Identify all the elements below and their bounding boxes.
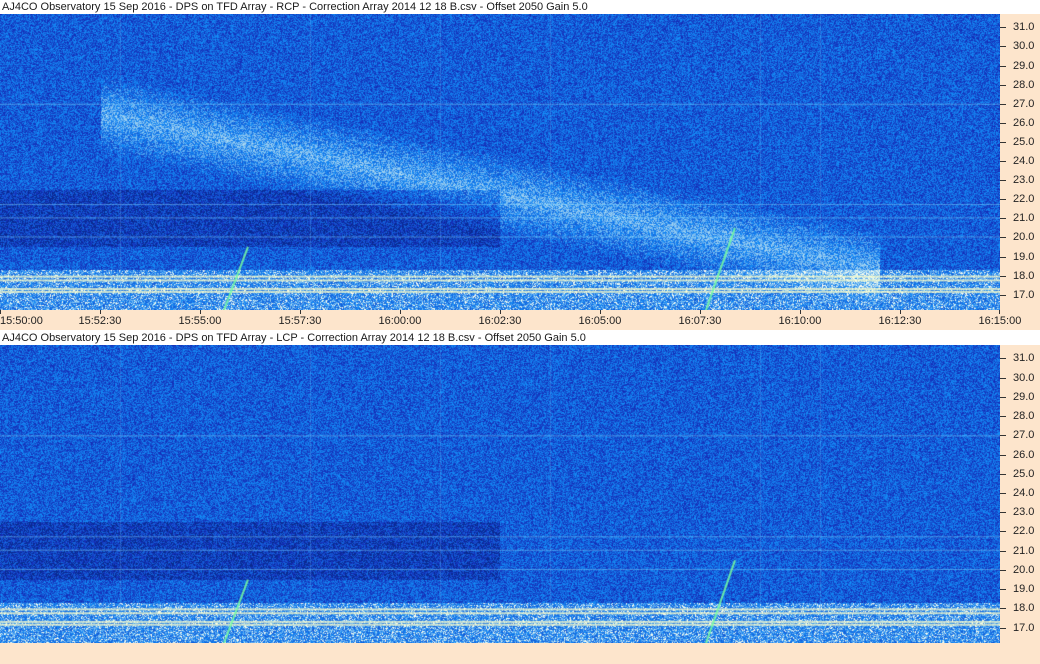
frequency-tick [1000, 103, 1006, 105]
time-tick-label: 16:15:00 [978, 315, 1022, 327]
frequency-tick-label: 23.0 [1013, 506, 1035, 519]
frequency-tick-label: 27.0 [1013, 429, 1035, 442]
lcp-spectrogram[interactable] [0, 345, 1000, 643]
frequency-tick [1000, 358, 1006, 360]
time-tick-label: 16:00:00 [378, 315, 422, 327]
time-tick-label: 15:55:00 [178, 315, 222, 327]
frequency-tick [1000, 531, 1006, 533]
frequency-tick-label: 18.0 [1013, 269, 1035, 282]
time-tick [700, 310, 701, 314]
frequency-tick-label: 29.0 [1013, 59, 1035, 72]
time-tick [0, 310, 1, 314]
time-tick-label: 16:10:00 [778, 315, 822, 327]
frequency-tick-label: 30.0 [1013, 371, 1035, 384]
frequency-tick-label: 26.0 [1013, 116, 1035, 129]
frequency-tick [1000, 141, 1006, 143]
time-tick [900, 310, 901, 314]
frequency-tick-label: 28.0 [1013, 78, 1035, 91]
lcp-time-axis-strip [0, 643, 1040, 664]
frequency-tick-label: 21.0 [1013, 212, 1035, 225]
frequency-tick [1000, 237, 1006, 239]
frequency-tick-label: 29.0 [1013, 390, 1035, 403]
frequency-tick-label: 18.0 [1013, 602, 1035, 615]
time-tick-label: 16:07:30 [678, 315, 722, 327]
frequency-tick [1000, 550, 1006, 552]
frequency-tick-label: 22.0 [1013, 525, 1035, 538]
time-axis: 15:50:00 15:52:30 15:55:00 15:57:30 16:00:00… [0, 310, 1040, 330]
time-tick [800, 310, 801, 314]
frequency-tick-label: 19.0 [1013, 583, 1035, 596]
frequency-tick-label: 22.0 [1013, 193, 1035, 206]
time-tick-label: 15:57:30 [278, 315, 322, 327]
frequency-tick-label: 23.0 [1013, 174, 1035, 187]
frequency-tick [1000, 416, 1006, 418]
frequency-tick [1000, 493, 1006, 495]
frequency-tick [1000, 275, 1006, 277]
frequency-tick-label: 25.0 [1013, 467, 1035, 480]
frequency-tick-label: 25.0 [1013, 135, 1035, 148]
frequency-tick-label: 31.0 [1013, 352, 1035, 365]
frequency-tick-label: 17.0 [1013, 288, 1035, 301]
frequency-tick-label: 20.0 [1013, 231, 1035, 244]
frequency-tick [1000, 294, 1006, 296]
frequency-tick [1000, 84, 1006, 86]
frequency-tick [1000, 435, 1006, 437]
rcp-spectrogram-canvas [0, 14, 1000, 310]
frequency-tick [1000, 396, 1006, 398]
frequency-tick-label: 28.0 [1013, 410, 1035, 423]
frequency-tick-label: 21.0 [1013, 544, 1035, 557]
rcp-panel-title: AJ4CO Observatory 15 Sep 2016 - DPS on T… [0, 0, 1040, 14]
lcp-frequency-axis: 31.0 30.0 29.0 28.0 27.0 26.0 25.0 24.0 23.0 22.0… [1000, 345, 1040, 643]
frequency-tick-label: 31.0 [1013, 21, 1035, 34]
frequency-tick [1000, 161, 1006, 163]
lcp-panel-title: AJ4CO Observatory 15 Sep 2016 - DPS on T… [0, 331, 1040, 345]
rcp-spectrogram[interactable] [0, 14, 1000, 310]
frequency-tick [1000, 473, 1006, 475]
frequency-tick [1000, 589, 1006, 591]
frequency-tick [1000, 627, 1006, 629]
frequency-tick-label: 24.0 [1013, 487, 1035, 500]
frequency-tick-label: 30.0 [1013, 40, 1035, 53]
time-tick [300, 310, 301, 314]
rcp-frequency-axis: 31.0 30.0 29.0 28.0 27.0 26.0 25.0 24.0 23.0 22.0… [1000, 14, 1040, 310]
frequency-tick [1000, 608, 1006, 610]
frequency-tick [1000, 512, 1006, 514]
frequency-tick [1000, 27, 1006, 29]
frequency-tick-label: 26.0 [1013, 448, 1035, 461]
time-tick-label: 16:12:30 [878, 315, 922, 327]
frequency-tick-label: 27.0 [1013, 97, 1035, 110]
frequency-tick [1000, 218, 1006, 220]
frequency-tick [1000, 569, 1006, 571]
frequency-tick [1000, 122, 1006, 124]
frequency-tick-label: 17.0 [1013, 621, 1035, 634]
frequency-tick [1000, 199, 1006, 201]
frequency-tick [1000, 256, 1006, 258]
frequency-tick [1000, 454, 1006, 456]
time-tick [500, 310, 501, 314]
time-tick [200, 310, 201, 314]
time-tick [999, 310, 1000, 314]
time-tick-label: 16:05:00 [578, 315, 622, 327]
frequency-tick-label: 24.0 [1013, 155, 1035, 168]
frequency-tick-label: 19.0 [1013, 250, 1035, 263]
time-tick-label: 15:50:00 [0, 315, 43, 327]
time-tick [400, 310, 401, 314]
time-tick [100, 310, 101, 314]
frequency-tick [1000, 377, 1006, 379]
frequency-tick [1000, 46, 1006, 48]
frequency-tick-label: 20.0 [1013, 563, 1035, 576]
frequency-tick [1000, 180, 1006, 182]
lcp-spectrogram-canvas [0, 345, 1000, 643]
time-tick-label: 16:02:30 [478, 315, 522, 327]
time-tick [600, 310, 601, 314]
frequency-tick [1000, 65, 1006, 67]
time-tick-label: 15:52:30 [78, 315, 122, 327]
